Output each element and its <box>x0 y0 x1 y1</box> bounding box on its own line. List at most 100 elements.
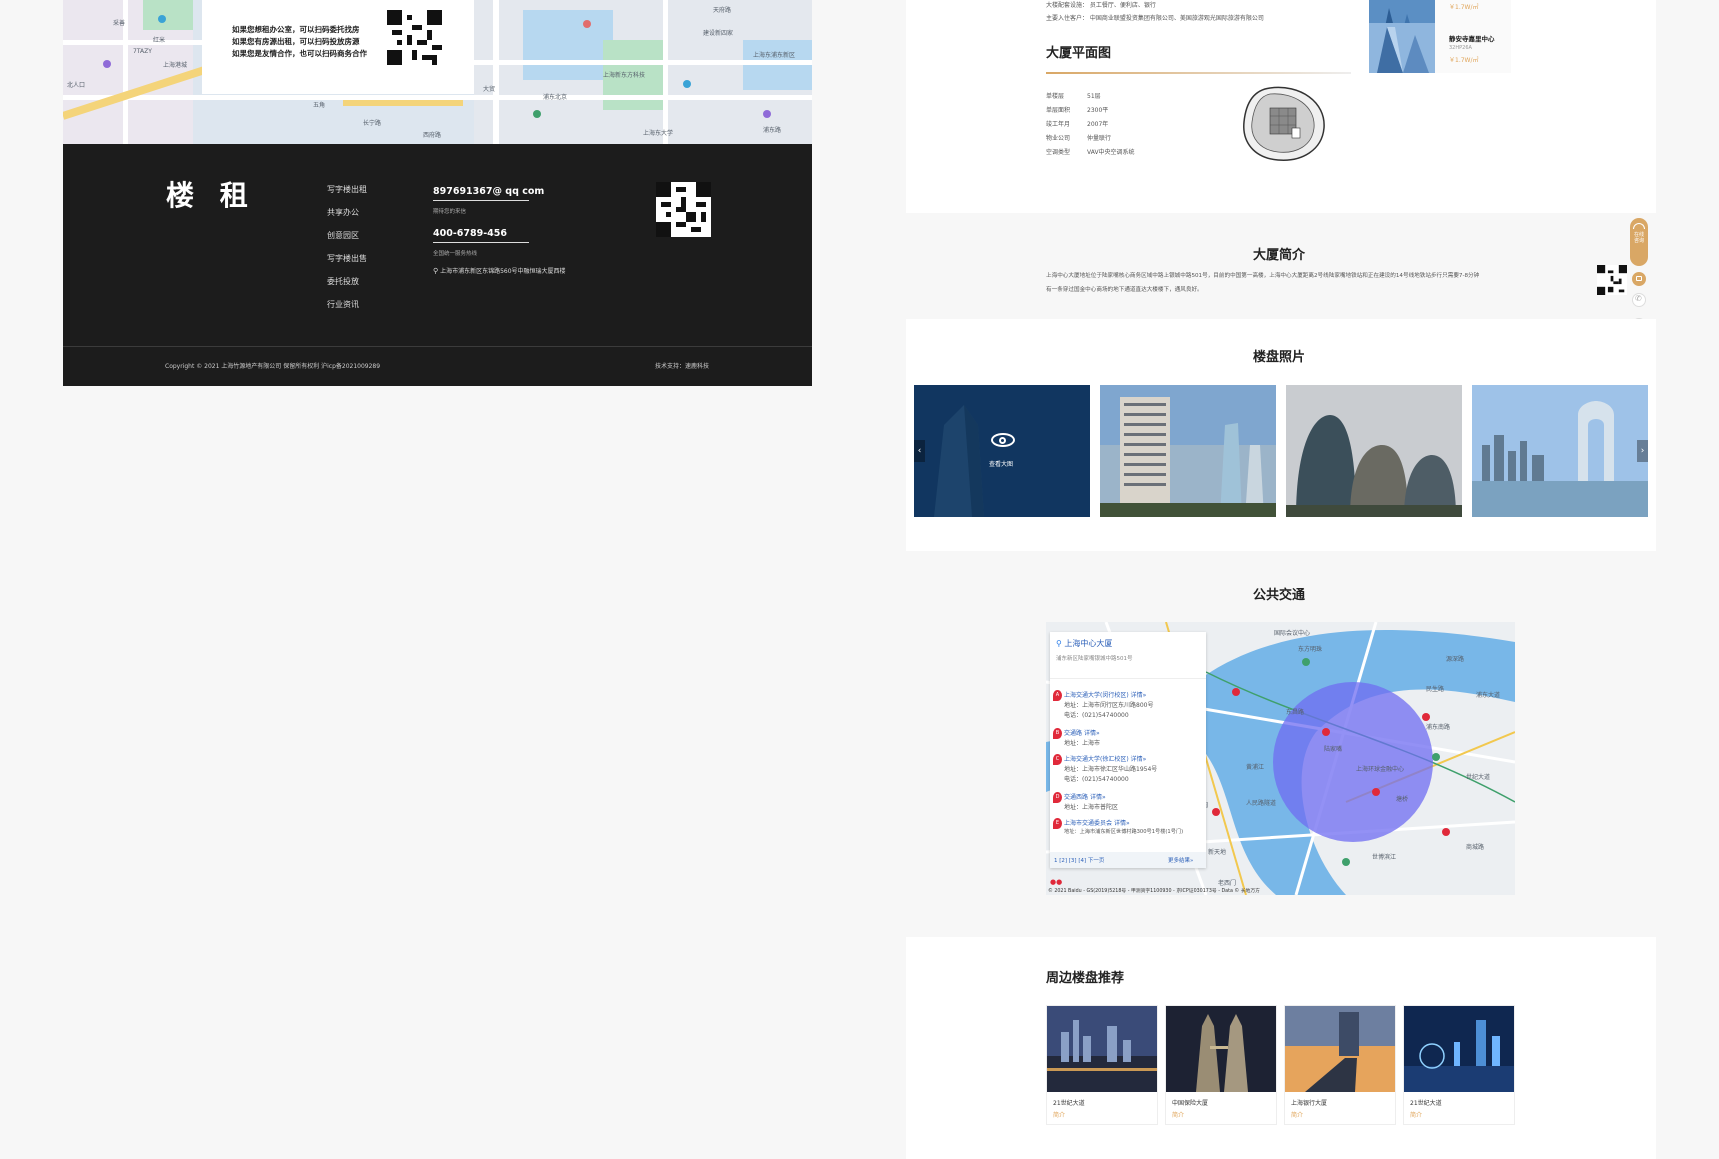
map-label: 浦东大道 <box>1476 692 1501 699</box>
map-label: 建设新四家 <box>703 30 734 37</box>
transit-more-link[interactable]: 更多结果» <box>1168 856 1193 864</box>
map-label: 东方明珠 <box>1298 646 1323 653</box>
transit-title: 公共交通 <box>1253 588 1306 603</box>
floorplan-row-value: 51层 <box>1087 93 1101 100</box>
eye-icon <box>991 433 1015 447</box>
marker-c-icon: C <box>1053 754 1062 765</box>
location-pin-icon: ⚲ <box>433 267 439 275</box>
nearby-listing-card[interactable]: 21世纪大道 简介 <box>1403 1005 1515 1125</box>
view-large-label: 查看大图 <box>989 461 1014 468</box>
map-label: 大贸 <box>483 86 496 93</box>
map-label: 民生路 <box>1426 686 1445 693</box>
map-label: 源深路 <box>1446 656 1465 663</box>
footer-qr-code-icon <box>656 182 711 237</box>
online-consult-button[interactable]: 在线咨询 <box>1630 218 1648 266</box>
footer-logo[interactable]: 楼 租 <box>166 174 256 214</box>
floorplan-row-label: 空调类型 <box>1046 149 1071 156</box>
baidu-logo-icon: ●● <box>1050 878 1063 886</box>
floorplan-title-underline <box>1046 72 1351 74</box>
transit-map[interactable]: 国际会议中心 东方明珠 陆家嘴 上海环球金融中心 民生路 浦东南路 世纪大道 塘… <box>1046 622 1515 895</box>
transit-item-name[interactable]: 交通西路 详情» <box>1064 792 1106 801</box>
map-label: 上海东浦东新区 <box>753 52 796 59</box>
map-label: 塘桥 <box>1396 796 1409 803</box>
transit-item-name[interactable]: 上海市交通委员会 详情» <box>1064 818 1130 827</box>
footer-nav-entrust[interactable]: 委托投放 <box>327 276 359 287</box>
map-label: 浦东南路 <box>1426 724 1451 731</box>
marker-e-icon: E <box>1053 818 1062 829</box>
footer-nav-news[interactable]: 行业资讯 <box>327 299 359 310</box>
transit-item-address: 地址：上海市徐汇区华山路1954号 <box>1064 766 1158 773</box>
map-label: 老西门 <box>1218 880 1237 887</box>
map-label: 7TAZY <box>133 48 152 55</box>
floorplan-row-value: 2300平 <box>1087 107 1109 114</box>
left-preview-panel: 采善 红米 7TAZY 上海港城 北人口 大贸 上海新东方科技 建设新四家 长宁… <box>63 0 812 386</box>
building-photo-image <box>1100 385 1276 517</box>
footer-nav-shared-office[interactable]: 共享办公 <box>327 207 359 218</box>
marker-a-icon: A <box>1053 690 1062 701</box>
side-listing-photo <box>1369 23 1435 73</box>
nearby-listing-name: 上海银行大厦 <box>1291 1100 1328 1107</box>
footer-nav-office-sale[interactable]: 写字楼出售 <box>327 253 367 264</box>
footer-email[interactable]: 897691367@ qq com <box>433 186 544 201</box>
message-icon <box>1636 276 1642 281</box>
floorplan-drawing[interactable] <box>1240 84 1328 164</box>
phone-button[interactable]: ✆ <box>1632 293 1646 307</box>
nearby-listing-card[interactable]: 上海银行大厦 简介 <box>1284 1005 1396 1125</box>
map-label: 浦东路 <box>763 127 782 134</box>
nearby-section: 周边楼盘推荐 <box>906 937 1656 1159</box>
photos-title: 楼盘照片 <box>1253 350 1306 365</box>
info-line: 大楼配套设施： 员工餐厅、便利店、银行 <box>1046 2 1156 9</box>
footer-address: ⚲ 上海市浦东新区东锦路560号中融恒瑞大厦西楼 <box>433 266 566 275</box>
building-photo-image <box>914 385 1090 517</box>
intro-text-line: 有一条穿过国金中心商场的地下通道直达大楼楼下，通风良好。 <box>1046 287 1203 293</box>
message-button[interactable] <box>1632 272 1646 286</box>
map-label: 采善 <box>113 20 126 27</box>
nearby-listing-name: 21世纪大道 <box>1053 1100 1085 1107</box>
marker-b-icon: B <box>1053 728 1062 739</box>
map-label: 黄浦江 <box>1246 764 1265 771</box>
nearby-listing-photo <box>1285 1006 1395 1092</box>
transit-pager[interactable]: 1 [2] [3] [4] 下一页 <box>1054 856 1104 864</box>
map-label: 世纪大道 <box>1466 774 1491 781</box>
transit-item-tel: 电话：(021)54740000 <box>1064 712 1129 719</box>
building-photo[interactable]: › <box>1472 385 1648 517</box>
map-label: 长宁路 <box>363 120 382 127</box>
footer-nav-creative-park[interactable]: 创意园区 <box>327 230 359 241</box>
transit-item-address: 地址：上海市普陀区 <box>1064 804 1119 811</box>
photos-prev-button[interactable]: ‹ <box>914 440 925 462</box>
nearby-listing-card[interactable]: 中国保险大厦 简介 <box>1165 1005 1277 1125</box>
location-map[interactable]: 采善 红米 7TAZY 上海港城 北人口 大贸 上海新东方科技 建设新四家 长宁… <box>63 0 812 144</box>
floorplan-row-label: 物业公司 <box>1046 135 1071 142</box>
transit-card-title[interactable]: ⚲ 上海中心大厦 <box>1056 638 1112 649</box>
map-label: 东昌路 <box>1286 709 1305 716</box>
transit-item-tel: 电话：(021)54740000 <box>1064 776 1129 783</box>
map-label: 红米 <box>153 37 166 44</box>
nearby-listing-name: 中国保险大厦 <box>1172 1100 1209 1107</box>
map-label: 浦东北京 <box>543 94 568 101</box>
transit-result-panel: ⚲ 上海中心大厦 浦东新区陆家嘴银城中路501号 A 上海交通大学(闵行校区) … <box>1050 632 1206 868</box>
photos-next-button[interactable]: › <box>1637 440 1648 462</box>
footer-copyright: Copyright © 2021 上海竹源地产有限公司 保留所有权利 沪icp备… <box>165 363 381 370</box>
building-photo-image <box>1472 385 1648 517</box>
footer-phone[interactable]: 400-6789-456 <box>433 228 529 243</box>
side-listing-item[interactable]: 静安寺嘉里中心 32HP26A ￥1.7W/㎡ <box>1369 23 1511 73</box>
intro-qr-code-icon <box>1597 265 1627 295</box>
nearby-title: 周边楼盘推荐 <box>1046 971 1125 986</box>
building-photo[interactable] <box>1100 385 1276 517</box>
nearby-listing-card[interactable]: 21世纪大道 简介 <box>1046 1005 1158 1125</box>
transit-item-name[interactable]: 上海交通大学(徐汇校区) 详情» <box>1064 754 1146 763</box>
contact-card: 如果您想租办公室，可以扫码委托找房 如果您有房源出租，可以扫码投放房源 如果您是… <box>202 0 474 94</box>
intro-text-line: 上海中心大厦地址位于陆家嘴核心商务区域中路上银城中路501号，目前的中国第一高楼… <box>1046 273 1480 279</box>
footer-nav-office-rent[interactable]: 写字楼出租 <box>327 184 367 195</box>
footer-phone-sub: 全国统一服务热线 <box>433 251 478 257</box>
map-label: 上海新东方科技 <box>603 72 646 79</box>
nearby-listing-sub: 简介 <box>1291 1112 1304 1119</box>
transit-item-name[interactable]: 上海交通大学(闵行校区) 详情» <box>1064 690 1146 699</box>
map-label: 国际会议中心 <box>1274 630 1311 637</box>
building-photo[interactable] <box>1286 385 1462 517</box>
transit-item-name[interactable]: 交通路 详情» <box>1064 728 1100 737</box>
nearby-listing-sub: 简介 <box>1172 1112 1185 1119</box>
building-photo[interactable]: 查看大图 ‹ <box>914 385 1090 517</box>
qr-code-icon <box>387 10 442 65</box>
online-consult-label: 在线咨询 <box>1634 232 1645 244</box>
